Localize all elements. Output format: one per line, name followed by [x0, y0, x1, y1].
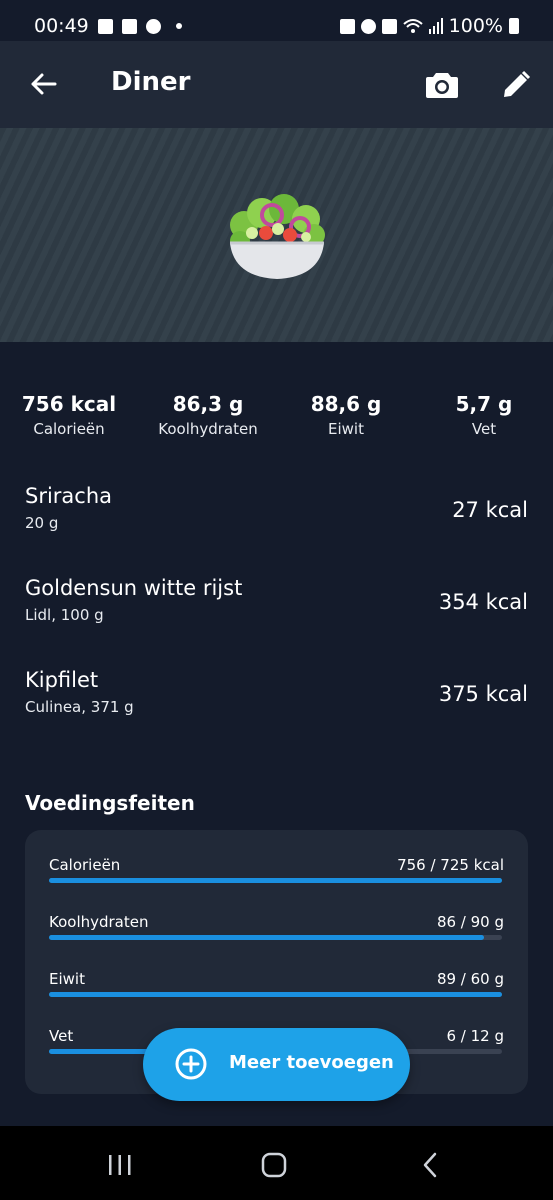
- status-time: 00:49: [34, 15, 89, 37]
- system-nav-bar: [0, 1126, 553, 1200]
- fact-label: Koolhydraten: [49, 913, 149, 931]
- fact-label: Eiwit: [49, 970, 85, 988]
- status-left: 00:49: [34, 15, 182, 37]
- wifi-icon: [403, 19, 423, 33]
- progress-track: [49, 878, 502, 883]
- camera-button[interactable]: [420, 63, 464, 107]
- food-item[interactable]: Sriracha 20 g 27 kcal: [0, 484, 553, 544]
- macro-calories: 756 kcal Calorieën: [4, 392, 134, 438]
- battery-percentage: 100%: [448, 15, 503, 37]
- macro-label: Vet: [471, 420, 497, 438]
- macro-label: Calorieën: [33, 420, 105, 438]
- food-item[interactable]: Goldensun witte rijst Lidl, 100 g 354 kc…: [0, 576, 553, 636]
- system-back-button[interactable]: [410, 1148, 450, 1182]
- chevron-left-icon: [423, 1152, 437, 1178]
- food-kcal: 27 kcal: [452, 498, 528, 522]
- macro-label: Eiwit: [328, 420, 364, 438]
- food-detail: 20 g: [25, 514, 59, 532]
- food-kcal: 354 kcal: [438, 590, 528, 614]
- alarm-icon: [360, 18, 376, 34]
- macro-carbs: 86,3 g Koolhydraten: [143, 392, 273, 438]
- add-more-label: Meer toevoegen: [229, 1052, 394, 1073]
- recent-apps-button[interactable]: [100, 1148, 140, 1182]
- fact-label: Calorieën: [49, 856, 121, 874]
- macro-value: 88,6 g: [310, 392, 382, 416]
- fact-value: 89 / 60 g: [436, 970, 504, 988]
- food-detail: Culinea, 371 g: [25, 698, 134, 716]
- progress-track: [49, 935, 502, 940]
- page-title: Diner: [111, 67, 191, 97]
- macro-label: Koolhydraten: [158, 420, 258, 438]
- app-bar: Diner: [0, 41, 553, 128]
- macro-value: 5,7 g: [455, 392, 513, 416]
- fact-carbs: Koolhydraten 86 / 90 g: [49, 913, 504, 953]
- nfc-icon: [339, 18, 355, 34]
- home-icon: [261, 1152, 287, 1178]
- macro-summary: 756 kcal Calorieën 86,3 g Koolhydraten 8…: [0, 392, 553, 442]
- edit-button[interactable]: [494, 63, 538, 107]
- macro-value: 756 kcal: [21, 392, 117, 416]
- macro-fat: 5,7 g Vet: [419, 392, 549, 438]
- progress-fill: [49, 878, 502, 883]
- food-item[interactable]: Kipfilet Culinea, 371 g 375 kcal: [0, 668, 553, 728]
- add-more-button[interactable]: Meer toevoegen: [143, 1028, 410, 1101]
- fact-value: 6 / 12 g: [446, 1027, 504, 1045]
- fact-value: 86 / 90 g: [436, 913, 504, 931]
- fact-protein: Eiwit 89 / 60 g: [49, 970, 504, 1010]
- recent-apps-icon: [109, 1155, 131, 1175]
- app-notification-icon: [145, 18, 161, 34]
- back-button[interactable]: [22, 63, 64, 105]
- arrow-back-icon: [31, 73, 57, 95]
- macro-value: 86,3 g: [172, 392, 244, 416]
- gallery-notification-icon: [97, 18, 113, 34]
- food-name: Goldensun witte rijst: [25, 576, 243, 600]
- status-right: 100%: [339, 15, 519, 37]
- macro-protein: 88,6 g Eiwit: [281, 392, 411, 438]
- meal-image-banner: [0, 128, 553, 342]
- mute-icon: [381, 18, 397, 34]
- nutrition-section-title: Voedingsfeiten: [25, 791, 195, 815]
- progress-fill: [49, 935, 484, 940]
- signal-icon: [428, 18, 443, 34]
- task-notification-icon: [121, 18, 137, 34]
- fact-value: 756 / 725 kcal: [397, 856, 504, 874]
- home-button[interactable]: [254, 1148, 294, 1182]
- food-detail: Lidl, 100 g: [25, 606, 104, 624]
- salad-bowl-icon: [229, 194, 325, 279]
- progress-track: [49, 992, 502, 997]
- fact-label: Vet: [49, 1027, 74, 1045]
- food-name: Kipfilet: [25, 668, 99, 692]
- food-name: Sriracha: [25, 484, 113, 508]
- battery-icon: [509, 18, 519, 34]
- progress-fill: [49, 992, 502, 997]
- food-kcal: 375 kcal: [438, 682, 528, 706]
- more-notifications-icon: [175, 23, 182, 29]
- camera-icon: [426, 73, 458, 98]
- fact-calories: Calorieën 756 / 725 kcal: [49, 856, 504, 896]
- pencil-icon: [504, 70, 531, 97]
- add-circle-icon: [175, 1048, 207, 1080]
